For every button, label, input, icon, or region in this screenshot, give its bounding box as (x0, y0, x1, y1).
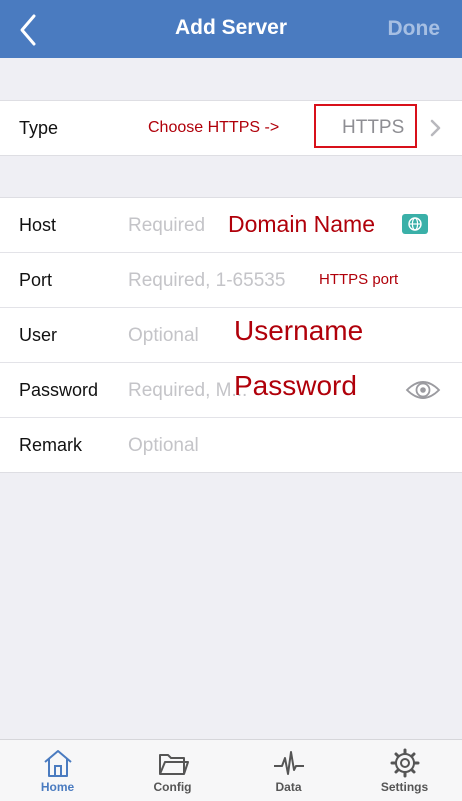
port-annotation: HTTPS port (319, 271, 399, 288)
user-label: User (19, 325, 58, 345)
tab-config-label: Config (153, 780, 192, 794)
navigation-bar: Add Server Done (0, 0, 462, 58)
tab-data-label: Data (275, 780, 302, 794)
password-label: Password (19, 380, 99, 400)
password-row[interactable]: Password Required, M... Password (0, 363, 462, 418)
tab-settings[interactable]: Settings (347, 740, 462, 801)
host-input[interactable]: Required (128, 215, 205, 237)
eye-icon[interactable] (405, 373, 441, 407)
tab-home[interactable]: Home (0, 740, 115, 801)
password-annotation: Password (234, 370, 357, 401)
done-button[interactable]: Done (388, 17, 441, 41)
host-row[interactable]: Host Required Domain Name (0, 198, 462, 253)
type-annotation: Choose HTTPS -> (148, 119, 280, 136)
tab-settings-label: Settings (380, 780, 429, 794)
host-label: Host (19, 215, 57, 235)
user-row[interactable]: User Optional Username (0, 308, 462, 363)
port-row[interactable]: Port Required, 1-65535 HTTPS port (0, 253, 462, 308)
chevron-right-icon (430, 119, 441, 137)
host-annotation: Domain Name (228, 211, 375, 237)
tab-config[interactable]: Config (115, 740, 230, 801)
remark-row[interactable]: Remark Optional (0, 418, 462, 472)
user-input[interactable]: Optional (128, 325, 199, 347)
gear-icon (390, 748, 420, 778)
tab-data[interactable]: Data (231, 740, 346, 801)
globe-icon[interactable] (402, 214, 428, 234)
user-annotation: Username (234, 315, 364, 346)
activity-icon (274, 751, 304, 775)
home-icon (44, 750, 72, 777)
server-fields-section: Host Required Domain Name Port Required,… (0, 197, 462, 473)
type-label: Type (19, 118, 59, 138)
remark-input[interactable]: Optional (128, 435, 199, 457)
port-label: Port (19, 270, 53, 290)
port-input[interactable]: Required, 1-65535 (128, 270, 285, 292)
remark-label: Remark (19, 435, 83, 455)
type-row[interactable]: Type Choose HTTPS -> HTTPS (0, 101, 462, 155)
tab-home-label: Home (40, 780, 75, 794)
type-value[interactable]: HTTPS (342, 117, 404, 139)
type-section: Type Choose HTTPS -> HTTPS (0, 100, 462, 156)
tab-bar: Home Config Data Settings (0, 739, 462, 801)
folder-icon (159, 754, 189, 775)
